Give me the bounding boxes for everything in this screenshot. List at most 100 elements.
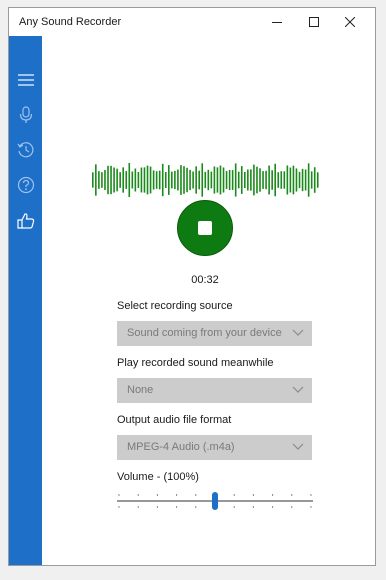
waveform-bar — [177, 169, 179, 191]
waveform-bar — [298, 171, 301, 189]
waveform-bar — [122, 167, 124, 193]
sidebar-item-feedback[interactable] — [9, 206, 42, 236]
waveform-bar — [237, 171, 240, 189]
waveform-bar — [216, 167, 219, 193]
waveform-bar — [271, 170, 273, 190]
waveform-bar — [149, 166, 152, 194]
waveform-bar — [256, 166, 258, 194]
recording-source-dropdown[interactable]: Sound coming from your device — [117, 321, 312, 346]
main-panel: 00:32 Select recording source Sound comi… — [42, 36, 375, 565]
waveform-bar — [95, 164, 97, 196]
waveform-bar — [313, 167, 316, 193]
help-icon — [17, 176, 34, 194]
menu-button[interactable] — [9, 65, 42, 95]
waveform-bar — [198, 170, 200, 190]
waveform-bar — [277, 172, 280, 188]
waveform-bar — [98, 171, 100, 189]
waveform-bar — [161, 163, 164, 197]
thumbs-up-icon — [16, 213, 34, 229]
app-window: Any Sound Recorder 00:32 Select recordin… — [8, 7, 376, 566]
waveform-bar — [107, 165, 109, 195]
elapsed-time: 00:32 — [191, 274, 219, 286]
minimize-button[interactable] — [259, 8, 295, 36]
waveform-bar — [137, 172, 140, 188]
waveform-bar — [168, 165, 170, 195]
waveform-bar — [158, 170, 161, 190]
waveform-bar — [180, 165, 182, 195]
waveform-bar — [174, 170, 176, 190]
minimize-icon — [272, 22, 282, 23]
waveform-bar — [189, 169, 191, 191]
waveform-bar — [295, 168, 298, 192]
waveform-bar — [207, 169, 210, 191]
recording-source-value: Sound coming from your device — [127, 327, 282, 339]
waveform-bar — [128, 163, 131, 197]
maximize-icon — [309, 17, 319, 27]
waveform-bar — [113, 167, 115, 193]
waveform-bar — [310, 171, 313, 189]
hamburger-menu-icon — [17, 74, 34, 86]
waveform-bar — [155, 171, 158, 189]
output-format-label: Output audio file format — [117, 414, 232, 426]
waveform-bar — [268, 165, 270, 195]
stop-recording-button[interactable] — [177, 200, 233, 256]
waveform-bar — [234, 163, 237, 197]
waveform-bar — [259, 168, 261, 192]
waveform-bar — [186, 167, 188, 193]
volume-slider[interactable] — [117, 488, 313, 518]
waveform-bar — [262, 171, 264, 189]
sidebar-item-history[interactable] — [9, 135, 42, 165]
waveform-bar — [228, 169, 231, 191]
chevron-down-icon — [292, 443, 304, 450]
close-button[interactable] — [332, 8, 368, 36]
waveform-bar — [183, 166, 185, 194]
waveform-bar — [119, 172, 121, 188]
window-title: Any Sound Recorder — [19, 16, 122, 28]
waveform-bar — [253, 164, 255, 196]
playback-label: Play recorded sound meanwhile — [117, 357, 274, 369]
waveform-bar — [265, 170, 267, 190]
waveform-bar — [134, 168, 137, 192]
waveform-bar — [292, 165, 295, 195]
waveform-bar — [140, 167, 143, 193]
waveform-bar — [213, 166, 216, 194]
waveform-bar — [110, 165, 112, 195]
waveform-bar — [195, 166, 197, 194]
close-icon — [345, 17, 355, 27]
waveform-bar — [240, 166, 243, 194]
waveform — [92, 163, 319, 197]
waveform-bar — [286, 165, 289, 195]
waveform-bar — [171, 171, 173, 189]
sidebar-item-record[interactable] — [9, 100, 42, 130]
waveform-bar — [164, 171, 167, 189]
waveform-bar — [250, 169, 252, 191]
slider-thumb[interactable] — [212, 492, 218, 510]
waveform-bar — [244, 172, 246, 188]
recording-source-label: Select recording source — [117, 300, 233, 312]
waveform-bar — [225, 171, 228, 189]
waveform-bar — [283, 171, 286, 189]
waveform-bar — [316, 172, 319, 188]
waveform-bar — [304, 169, 307, 191]
waveform-bar — [116, 168, 118, 192]
waveform-bar — [231, 170, 234, 190]
title-bar: Any Sound Recorder — [9, 8, 375, 36]
waveform-bar — [204, 171, 207, 189]
waveform-bar — [280, 171, 283, 189]
waveform-bar — [125, 171, 128, 189]
chevron-down-icon — [292, 386, 304, 393]
microphone-icon — [19, 106, 32, 123]
maximize-button[interactable] — [296, 8, 332, 36]
waveform-bar — [143, 167, 146, 193]
output-format-value: MPEG-4 Audio (.m4a) — [127, 441, 235, 453]
sidebar-item-help[interactable] — [9, 170, 42, 200]
waveform-bar — [131, 171, 134, 189]
waveform-bar — [247, 169, 249, 191]
waveform-bar — [222, 167, 225, 193]
output-format-dropdown[interactable]: MPEG-4 Audio (.m4a) — [117, 435, 312, 460]
stop-icon — [198, 221, 212, 235]
waveform-bar — [192, 171, 194, 189]
waveform-bar — [274, 163, 276, 197]
playback-dropdown[interactable]: None — [117, 378, 312, 403]
history-icon — [17, 142, 33, 158]
